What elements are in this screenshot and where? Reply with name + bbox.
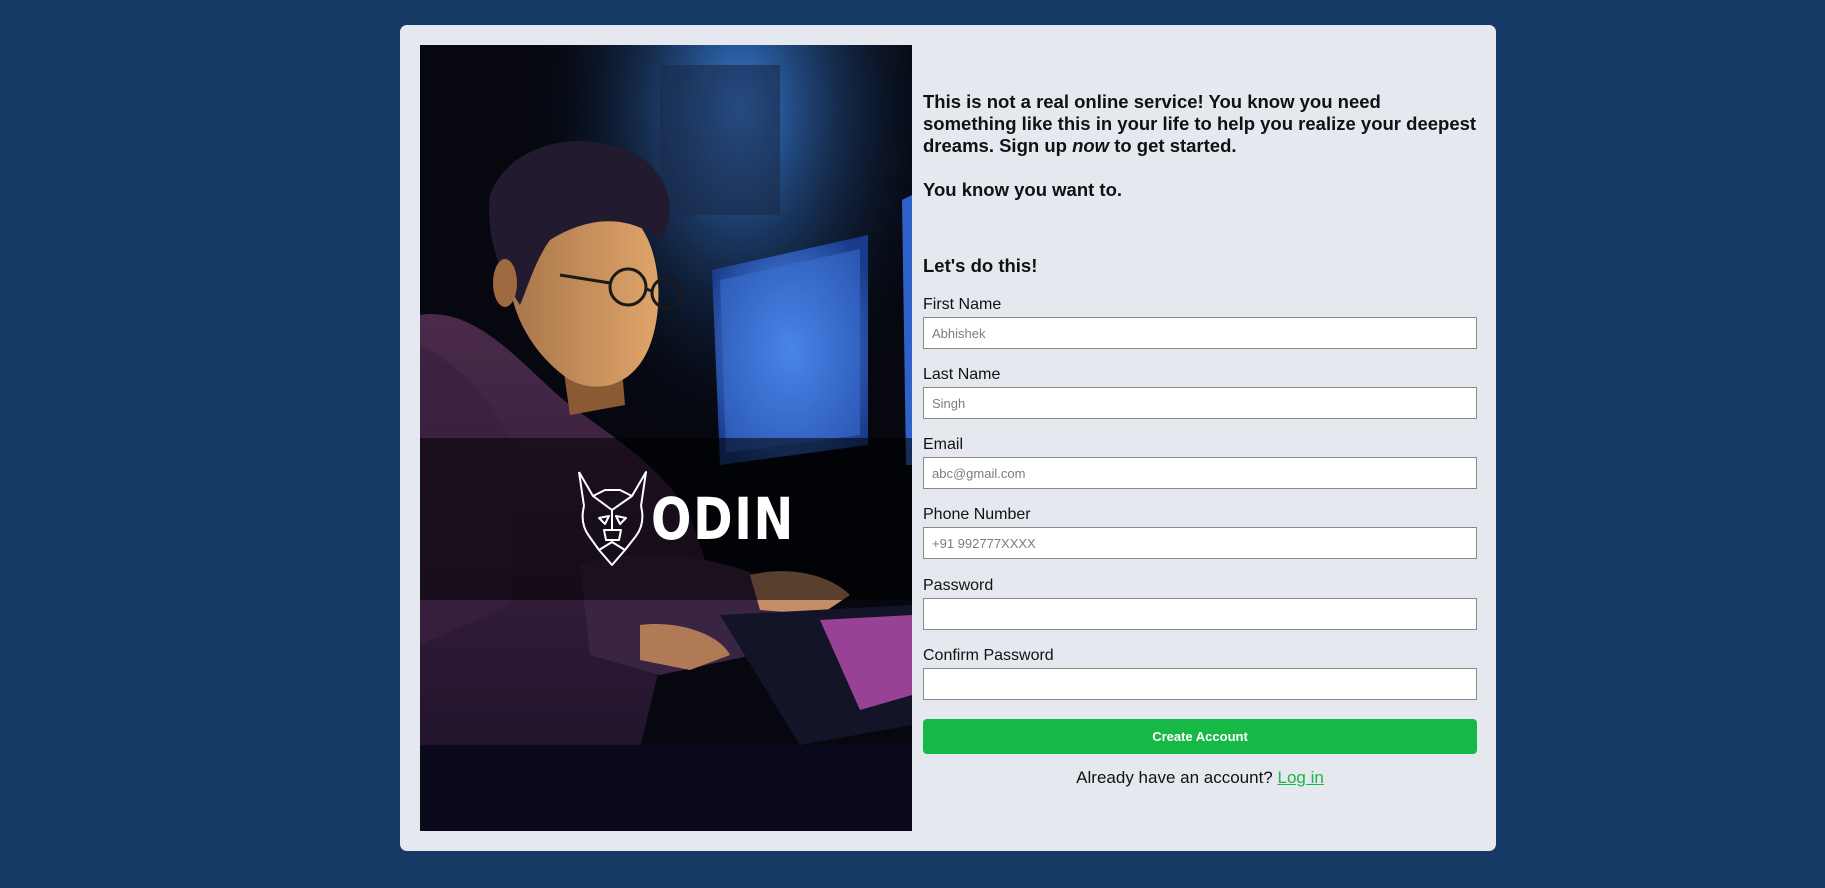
intro-tagline: You know you want to. — [923, 179, 1123, 200]
intro-paragraph: This is not a real online service! You k… — [923, 91, 1478, 157]
email-label: Email — [923, 436, 964, 453]
phone-label: Phone Number — [923, 506, 1031, 523]
confirm-password-input[interactable] — [923, 668, 1477, 700]
confirm-password-field-group: Confirm Password — [923, 646, 1478, 700]
password-label: Password — [923, 577, 994, 594]
confirm-password-label: Confirm Password — [923, 647, 1054, 664]
odin-logo-text: ODIN — [651, 485, 795, 553]
last-name-label: Last Name — [923, 366, 1001, 383]
intro-emphasis: now — [1072, 135, 1110, 156]
odin-logo: ODIN — [575, 470, 793, 570]
password-input[interactable] — [923, 598, 1477, 630]
first-name-input[interactable] — [923, 317, 1477, 349]
email-input[interactable] — [923, 457, 1477, 489]
form-title: Let's do this! — [923, 255, 1038, 276]
create-account-button[interactable]: Create Account — [923, 719, 1477, 754]
last-name-field-group: Last Name — [923, 365, 1478, 419]
intro-text-end: to get started. — [1109, 135, 1237, 156]
login-prompt-text: Already have an account? — [1076, 768, 1273, 787]
odin-viking-helmet-logo-icon — [578, 471, 647, 566]
password-field-group: Password — [923, 576, 1478, 630]
login-prompt: Already have an account? Log in — [923, 768, 1477, 788]
phone-input[interactable] — [923, 527, 1477, 559]
first-name-field-group: First Name — [923, 295, 1478, 349]
intro-text: This is not a real online service! You k… — [923, 91, 1478, 201]
hero-image: ODIN — [420, 45, 912, 831]
phone-field-group: Phone Number — [923, 505, 1478, 559]
first-name-label: First Name — [923, 296, 1002, 313]
login-link[interactable]: Log in — [1278, 768, 1324, 787]
email-field-group: Email — [923, 435, 1478, 489]
signup-card: ODIN This is not a real online service! … — [400, 25, 1496, 851]
last-name-input[interactable] — [923, 387, 1477, 419]
